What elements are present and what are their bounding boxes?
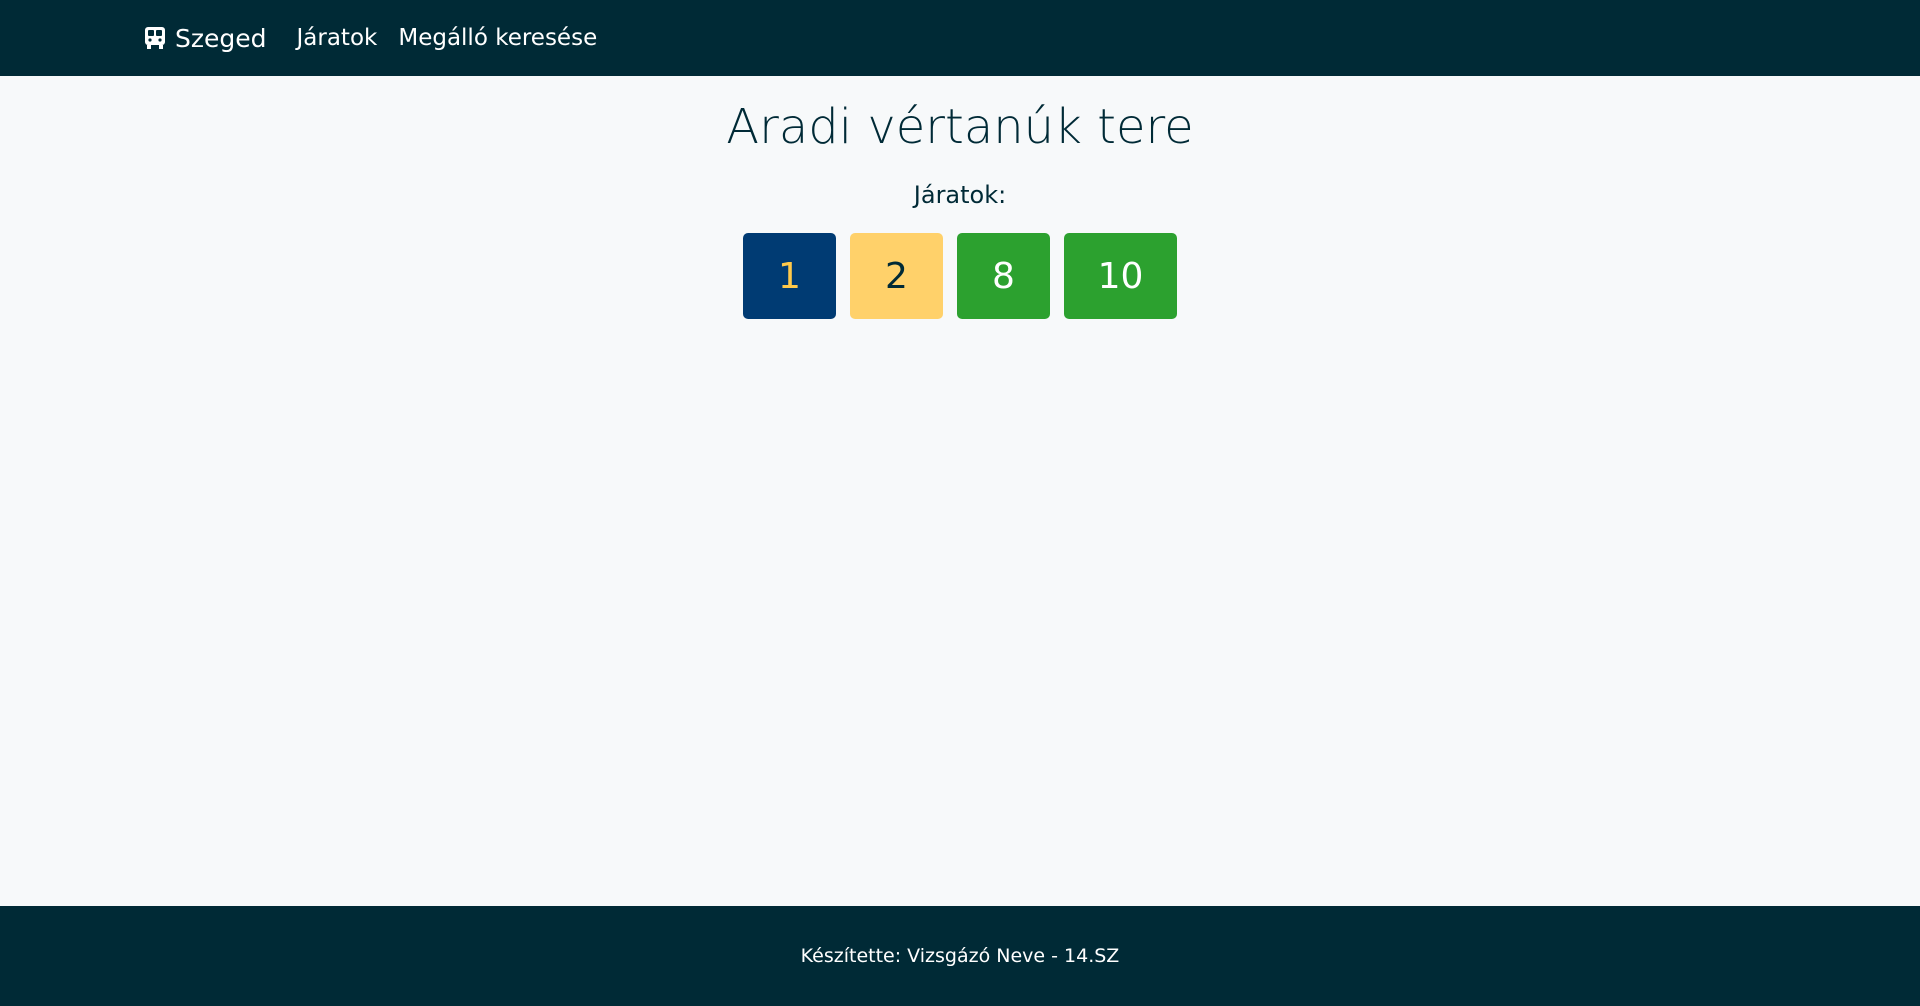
navbar: Szeged Járatok Megálló keresése (0, 0, 1920, 76)
routes-list: 1 2 8 10 (0, 233, 1920, 320)
nav-link-jaratok[interactable]: Járatok (297, 25, 378, 51)
routes-label: Járatok: (913, 181, 1007, 210)
footer: Készítette: Vizsgázó Neve - 14.SZ (0, 906, 1920, 1006)
footer-text: Készítette: Vizsgázó Neve - 14.SZ (800, 945, 1120, 967)
bus-icon (145, 27, 165, 49)
page-title: Aradi vértanúk tere (726, 99, 1194, 155)
nav-link-megallo-kereses[interactable]: Megálló keresése (398, 25, 597, 51)
route-button-1[interactable]: 1 (743, 233, 836, 320)
brand-link[interactable]: Szeged (144, 24, 267, 53)
route-button-10[interactable]: 10 (1064, 233, 1177, 320)
route-button-2[interactable]: 2 (850, 233, 943, 320)
route-button-8[interactable]: 8 (957, 233, 1050, 320)
brand-label: Szeged (175, 23, 267, 53)
main-content: Aradi vértanúk tere Járatok: 1 2 8 10 (0, 76, 1920, 906)
